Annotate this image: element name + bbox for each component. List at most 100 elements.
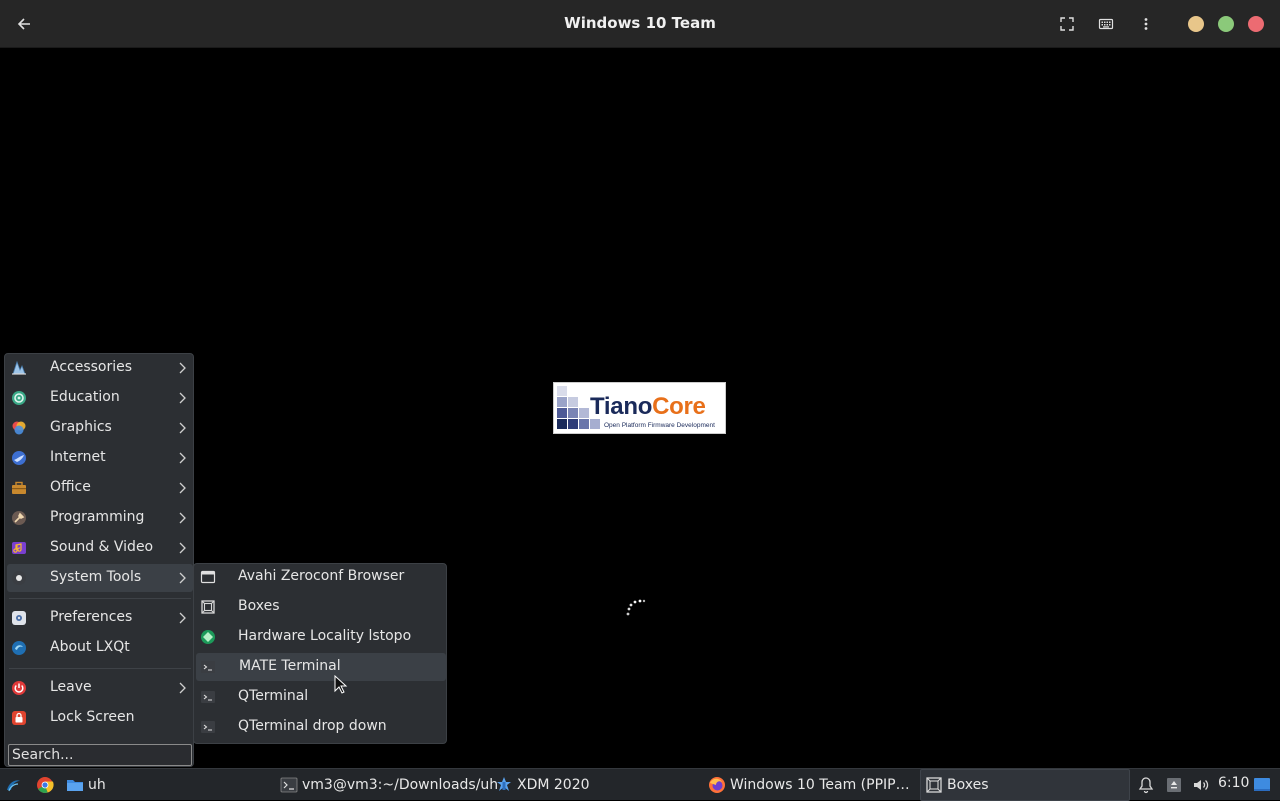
menu-item-leave[interactable]: Leave bbox=[7, 674, 193, 702]
logo-square bbox=[579, 419, 589, 429]
logo-square bbox=[557, 408, 567, 418]
education-icon bbox=[12, 391, 26, 405]
notification-bell-button[interactable] bbox=[1137, 769, 1159, 801]
chrome-icon bbox=[37, 777, 54, 793]
volume-icon bbox=[1194, 780, 1209, 790]
window-title: Windows 10 Team bbox=[564, 14, 716, 32]
menu-item-graphics[interactable]: Graphics bbox=[7, 414, 193, 442]
programming-icon bbox=[12, 511, 26, 525]
menu-item-label: Sound & Video bbox=[50, 539, 154, 555]
application-menu: Accessories Education Graphics Internet … bbox=[4, 353, 194, 767]
quicklaunch-label: uh bbox=[88, 777, 106, 793]
menu-item-label: System Tools bbox=[50, 569, 142, 585]
menu-item-sound-video[interactable]: Sound & Video bbox=[7, 534, 193, 562]
task-firefox[interactable]: Windows 10 Team (PPIP… bbox=[708, 769, 910, 801]
chevron-right-icon bbox=[179, 572, 186, 584]
drive-icon bbox=[1167, 778, 1181, 792]
menu-item-lock-screen[interactable]: Lock Screen bbox=[7, 704, 193, 732]
menu-item-label: Graphics bbox=[50, 419, 112, 435]
system-tools-icon bbox=[12, 571, 26, 585]
task-xdm[interactable]: XDM 2020 bbox=[495, 769, 590, 801]
firefox-icon bbox=[709, 777, 725, 793]
boxes-icon bbox=[201, 600, 215, 614]
leave-icon bbox=[12, 681, 26, 695]
task-boxes[interactable]: Boxes bbox=[920, 769, 1130, 801]
menu-item-accessories[interactable]: Accessories bbox=[7, 354, 193, 382]
menu-item-label: Programming bbox=[50, 509, 145, 525]
submenu-item-qterminal-dropdown[interactable]: QTerminal drop down bbox=[196, 713, 446, 741]
accessories-icon bbox=[12, 360, 26, 375]
submenu-item-label: Hardware Locality lstopo bbox=[238, 628, 412, 644]
search-placeholder: Search... bbox=[12, 747, 74, 763]
internet-icon bbox=[12, 451, 26, 465]
menu-item-label: Leave bbox=[50, 679, 92, 695]
menu-item-about-lxqt[interactable]: About LXQt bbox=[7, 634, 193, 662]
fullscreen-icon[interactable] bbox=[1055, 12, 1079, 36]
menu-item-education[interactable]: Education bbox=[7, 384, 193, 412]
menu-item-label: Preferences bbox=[50, 609, 133, 625]
quicklaunch-folder-uh[interactable]: uh bbox=[66, 769, 106, 801]
terminal-icon bbox=[201, 721, 215, 733]
start-menu-button[interactable] bbox=[4, 769, 26, 801]
logo-word-2: Core bbox=[652, 393, 706, 420]
menu-item-preferences[interactable]: Preferences bbox=[7, 604, 193, 632]
volume-button[interactable] bbox=[1192, 769, 1214, 801]
show-desktop-button[interactable] bbox=[1253, 769, 1275, 801]
task-label: Boxes bbox=[947, 777, 989, 793]
chevron-right-icon bbox=[179, 612, 186, 624]
menu-item-label: Office bbox=[50, 479, 91, 495]
task-label: XDM 2020 bbox=[517, 777, 590, 793]
header-bar: Windows 10 Team bbox=[0, 0, 1280, 48]
avahi-icon bbox=[200, 570, 216, 584]
preferences-icon bbox=[12, 611, 26, 625]
logo-tagline: Open Platform Firmware Development bbox=[604, 422, 715, 429]
chevron-right-icon bbox=[179, 512, 186, 524]
maximize-button[interactable] bbox=[1218, 16, 1234, 32]
submenu-item-label: QTerminal bbox=[238, 688, 309, 704]
chevron-right-icon bbox=[179, 392, 186, 404]
menu-separator bbox=[9, 598, 191, 599]
lock-screen-icon bbox=[12, 711, 26, 725]
task-label: Windows 10 Team (PPIP… bbox=[730, 777, 910, 793]
menu-item-internet[interactable]: Internet bbox=[7, 444, 193, 472]
folder-icon bbox=[67, 780, 83, 791]
menu-item-system-tools[interactable]: System Tools bbox=[7, 564, 193, 592]
loading-spinner-icon bbox=[626, 599, 646, 616]
terminal-icon bbox=[280, 777, 298, 793]
minimize-button[interactable] bbox=[1188, 16, 1204, 32]
xdm-icon bbox=[497, 777, 511, 791]
submenu-item-avahi[interactable]: Avahi Zeroconf Browser bbox=[196, 563, 446, 591]
system-tools-submenu: Avahi Zeroconf Browser Boxes Hardware Lo… bbox=[193, 563, 447, 744]
submenu-item-qterminal[interactable]: QTerminal bbox=[196, 683, 446, 711]
logo-square bbox=[557, 397, 567, 407]
kebab-menu-icon[interactable] bbox=[1134, 12, 1158, 36]
drive-button[interactable] bbox=[1165, 769, 1187, 801]
clock[interactable]: 6:10 bbox=[1218, 775, 1249, 791]
show-desktop-icon bbox=[1254, 778, 1270, 791]
keyboard-icon[interactable] bbox=[1094, 12, 1118, 36]
menu-item-label: Internet bbox=[50, 449, 106, 465]
mouse-pointer-icon bbox=[334, 675, 348, 694]
menu-item-programming[interactable]: Programming bbox=[7, 504, 193, 532]
menu-item-office[interactable]: Office bbox=[7, 474, 193, 502]
submenu-item-label: Avahi Zeroconf Browser bbox=[238, 568, 405, 584]
tianocore-logo: TianoCore Open Platform Firmware Develop… bbox=[553, 382, 726, 434]
menu-item-label: About LXQt bbox=[50, 639, 130, 655]
chevron-right-icon bbox=[179, 422, 186, 434]
submenu-item-boxes[interactable]: Boxes bbox=[196, 593, 446, 621]
logo-square bbox=[568, 419, 578, 429]
quicklaunch-chrome[interactable] bbox=[36, 769, 58, 801]
submenu-item-mate-terminal[interactable]: MATE Terminal bbox=[196, 653, 446, 681]
chevron-right-icon bbox=[179, 452, 186, 464]
task-terminal[interactable]: vm3@vm3:~/Downloads/uh bbox=[280, 769, 498, 801]
chevron-right-icon bbox=[179, 362, 186, 374]
close-button[interactable] bbox=[1248, 16, 1264, 32]
submenu-item-label: QTerminal drop down bbox=[238, 718, 387, 734]
search-input[interactable]: Search... bbox=[8, 744, 192, 766]
submenu-item-label: Boxes bbox=[238, 598, 280, 614]
chevron-right-icon bbox=[179, 682, 186, 694]
submenu-item-label: MATE Terminal bbox=[239, 658, 341, 674]
hwloc-icon bbox=[201, 630, 215, 644]
menu-item-label: Lock Screen bbox=[50, 709, 135, 725]
submenu-item-hwloc[interactable]: Hardware Locality lstopo bbox=[196, 623, 446, 651]
